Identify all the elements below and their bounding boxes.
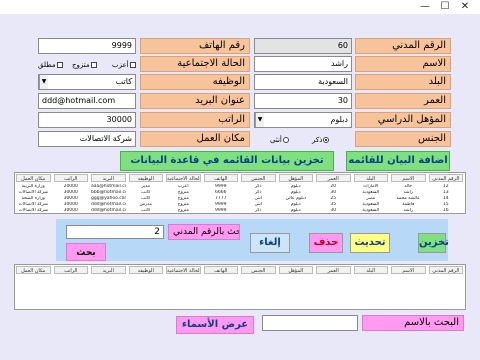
chevron-down-icon[interactable]: ▼ <box>39 75 48 89</box>
grid-header-cell[interactable]: الرقم المدني <box>428 174 463 182</box>
table-cell[interactable]: 30000 <box>54 208 89 213</box>
table-cell[interactable]: 30 <box>316 208 351 213</box>
grid-header-cell[interactable]: مكان العمل <box>16 174 51 182</box>
maximize-icon[interactable]: ☐ <box>438 1 452 13</box>
qualification-label: المؤهل الدراسي <box>355 112 451 128</box>
table-cell[interactable]: راشد <box>391 208 426 213</box>
civil-id-label: الرقم المدني <box>355 38 451 54</box>
job-select[interactable]: ▼ كاتب <box>38 74 136 90</box>
salary-label: الراتب <box>140 112 250 128</box>
workplace-label: مكان العمل <box>140 131 250 147</box>
names-grid-header-cell[interactable]: المؤهل <box>278 266 313 274</box>
marital-married-label: متزوج <box>72 61 90 69</box>
close-icon[interactable]: ✕ <box>458 1 472 13</box>
salary-input[interactable]: 30000 <box>38 112 136 128</box>
search-by-name-label: البحث بالاسم <box>362 315 464 331</box>
gender-label: الجنس <box>355 131 451 147</box>
checkbox-icon[interactable] <box>90 62 97 68</box>
names-grid-header-cell[interactable]: الراتب <box>53 266 88 274</box>
qualification-select[interactable]: ▼ دبلوم <box>254 112 352 128</box>
marital-label: الحالة الاجتماعية <box>140 56 250 72</box>
name-input[interactable]: راشد <box>254 56 352 72</box>
job-value: كاتب <box>115 77 132 86</box>
grid-header-cell[interactable]: الجنس <box>241 174 276 182</box>
checkbox-icon[interactable] <box>56 62 63 68</box>
names-grid-header-cell[interactable]: الحالة الاجتماعية <box>166 266 201 274</box>
grid-header-cell[interactable]: الحالة الاجتماعية <box>166 174 201 182</box>
table-cell[interactable]: دبلوم <box>279 208 314 213</box>
table-cell[interactable]: متزوج <box>166 208 201 213</box>
phone-label: رقم الهاتف <box>140 38 250 54</box>
marital-option-divorced[interactable]: مطلق <box>38 60 64 70</box>
names-grid-header-cell[interactable]: الجنس <box>241 266 276 274</box>
show-names-button[interactable]: عرض الأسماء <box>176 316 254 334</box>
marital-option-single[interactable]: أعزب <box>112 60 137 70</box>
radio-icon[interactable] <box>323 137 330 143</box>
table-cell[interactable]: شركة الاتصالات <box>16 208 51 213</box>
search-name-input[interactable] <box>262 315 358 331</box>
qualification-value: دبلوم <box>330 115 348 124</box>
search-id-input[interactable]: 2 <box>66 225 164 239</box>
marital-option-married[interactable]: متزوج <box>72 60 98 70</box>
table-cell[interactable]: 9999 <box>204 208 239 213</box>
delete-button[interactable]: حذف <box>309 233 343 253</box>
email-label: عنوان البريد <box>140 93 250 109</box>
cancel-button[interactable]: إلغاء <box>250 233 290 253</box>
grid-header-cell[interactable]: البريد <box>91 174 126 182</box>
phone-input[interactable]: 9999 <box>38 38 136 54</box>
country-label: البلد <box>355 74 451 90</box>
gender-female-label: أنثى <box>270 136 282 144</box>
names-grid-header-cell[interactable]: الهاتف <box>203 266 238 274</box>
save-to-database-button[interactable]: تخزين بيانات القائمه في قاعدة البيانات <box>120 151 334 171</box>
title-bar: — ☐ ✕ <box>0 0 480 14</box>
grid-header-cell[interactable]: الراتب <box>53 174 88 182</box>
chevron-down-icon[interactable]: ▼ <box>255 113 264 127</box>
civil-id-input[interactable]: 60 <box>254 38 352 54</box>
email-input[interactable]: ddd@hotmail.com <box>38 93 136 109</box>
gender-option-female[interactable]: أنثى <box>270 135 290 145</box>
checkbox-icon[interactable] <box>129 62 136 68</box>
add-to-list-button[interactable]: اضافة البيان للقائمه <box>346 151 450 171</box>
table-cell[interactable]: 16 <box>429 208 464 213</box>
names-grid-header-cell[interactable]: الرقم المدني <box>428 266 463 274</box>
update-button[interactable]: تحديث <box>350 233 390 253</box>
name-label: الاسم <box>355 56 451 72</box>
table-cell[interactable]: كاتب <box>129 208 164 213</box>
grid-header-cell[interactable]: الاسم <box>391 174 426 182</box>
age-label: العمر <box>355 93 451 109</box>
minimize-icon[interactable]: — <box>418 1 432 13</box>
marital-divorced-label: مطلق <box>38 61 56 69</box>
age-input[interactable]: 30 <box>254 93 352 109</box>
names-grid-header-cell[interactable]: البريد <box>91 266 126 274</box>
gender-option-male[interactable]: ذكر <box>312 135 330 145</box>
names-grid-header-cell[interactable]: مكان العمل <box>16 266 51 274</box>
table-cell[interactable]: السعودية <box>354 208 389 213</box>
job-label: الوظيفه <box>140 74 250 90</box>
search-button[interactable]: بحث <box>66 243 106 261</box>
table-cell[interactable]: ذكر <box>241 208 276 213</box>
grid-header-cell[interactable]: الوظيفه <box>128 174 163 182</box>
grid-header-cell[interactable]: المؤهل <box>278 174 313 182</box>
names-grid[interactable]: الرقم المدني الاسم البلد العمر المؤهل الجنس ال… <box>14 264 466 310</box>
names-grid-header-cell[interactable]: العمر <box>316 266 351 274</box>
names-grid-header-cell[interactable]: الوظيفه <box>128 266 163 274</box>
country-input[interactable]: السعودية <box>254 74 352 90</box>
gender-male-label: ذكر <box>312 136 323 144</box>
table-cell[interactable]: ddd@hotmail.com <box>91 208 126 213</box>
grid-header-cell[interactable]: البلد <box>353 174 388 182</box>
radio-icon[interactable] <box>282 137 289 143</box>
workplace-input[interactable]: شركة الاتصالات <box>38 131 136 147</box>
grid-header-cell[interactable]: العمر <box>316 174 351 182</box>
names-grid-header-cell[interactable]: الاسم <box>391 266 426 274</box>
records-grid[interactable]: الرقم المدني الاسم البلد العمر المؤهل الجنس ال… <box>14 172 466 214</box>
grid-header-cell[interactable]: الهاتف <box>203 174 238 182</box>
store-button[interactable]: تخزين <box>418 233 449 253</box>
names-grid-header-cell[interactable]: البلد <box>353 266 388 274</box>
search-by-id-label: البحث بالرقم المدني <box>168 224 240 240</box>
marital-single-label: أعزب <box>112 61 129 69</box>
